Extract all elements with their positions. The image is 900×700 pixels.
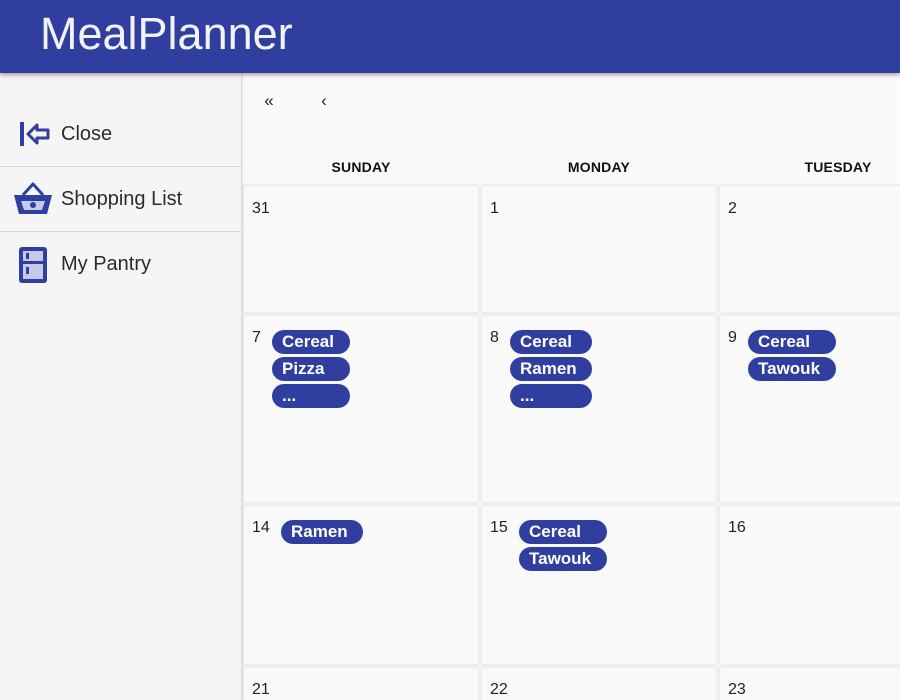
date-number: 15 — [490, 519, 508, 536]
meal-chip[interactable]: Cereal — [272, 330, 350, 354]
date-number: 14 — [252, 519, 270, 536]
date-number: 23 — [728, 681, 746, 698]
meal-chip[interactable]: Tawouk — [519, 547, 607, 571]
first-page-button[interactable]: « — [260, 91, 278, 111]
day-header-sunday: SUNDAY — [331, 159, 391, 175]
meal-list: Cereal Tawouk — [519, 520, 607, 571]
date-number: 31 — [252, 200, 270, 217]
date-number: 1 — [490, 200, 499, 217]
day-cell[interactable]: 2 — [719, 185, 900, 313]
sidebar-item-label: My Pantry — [61, 253, 152, 275]
day-cell[interactable]: 7 Cereal Pizza ... — [243, 315, 479, 503]
day-cell[interactable]: 15 Cereal Tawouk — [481, 505, 717, 665]
day-cell[interactable]: 31 — [243, 185, 479, 313]
day-cell[interactable]: 14 Ramen — [243, 505, 479, 665]
more-meals-chip[interactable]: ... — [272, 384, 350, 408]
meal-chip[interactable]: Cereal — [748, 330, 836, 354]
more-meals-chip[interactable]: ... — [510, 384, 592, 408]
meal-list: Ramen — [281, 520, 363, 544]
sidebar-item-my-pantry[interactable]: My Pantry — [0, 232, 241, 297]
day-header-monday: MONDAY — [567, 159, 631, 175]
date-number: 16 — [728, 519, 746, 536]
date-number: 22 — [490, 681, 508, 698]
day-cell[interactable]: 9 Cereal Tawouk — [719, 315, 900, 503]
meal-list: Cereal Pizza ... — [272, 330, 350, 408]
close-drawer-icon — [12, 113, 54, 155]
date-number: 8 — [490, 329, 499, 346]
meal-list: Cereal Ramen ... — [510, 330, 592, 408]
meal-chip[interactable]: Ramen — [281, 520, 363, 544]
date-number: 21 — [252, 681, 270, 698]
meal-chip[interactable]: Ramen — [510, 357, 592, 381]
day-cell[interactable]: 21 — [243, 667, 479, 700]
date-number: 9 — [728, 329, 737, 346]
meal-list: Cereal Tawouk — [748, 330, 836, 381]
date-number: 2 — [728, 200, 737, 217]
sidebar-item-shopping-list[interactable]: Shopping List — [0, 167, 241, 232]
date-number: 7 — [252, 329, 261, 346]
sidebar-item-close[interactable]: Close — [0, 102, 241, 167]
basket-icon — [12, 178, 54, 220]
meal-chip[interactable]: Tawouk — [748, 357, 836, 381]
sidebar: Close Shopping List My Pantry — [0, 73, 242, 700]
day-cell[interactable]: 1 — [481, 185, 717, 313]
meal-chip[interactable]: Cereal — [519, 520, 607, 544]
sidebar-item-label: Close — [61, 122, 113, 145]
calendar: « ‹ SUNDAY MONDAY TUESDAY 31 1 2 7 Cerea… — [242, 73, 900, 700]
day-cell[interactable]: 16 — [719, 505, 900, 665]
fridge-icon — [12, 244, 54, 286]
day-cell[interactable]: 23 — [719, 667, 900, 700]
app-bar: MealPlanner — [0, 0, 900, 73]
meal-chip[interactable]: Pizza — [272, 357, 350, 381]
day-cell[interactable]: 22 — [481, 667, 717, 700]
app-title: MealPlanner — [40, 8, 293, 59]
day-header-tuesday: TUESDAY — [804, 159, 872, 175]
meal-chip[interactable]: Cereal — [510, 330, 592, 354]
sidebar-item-label: Shopping List — [61, 187, 183, 210]
previous-page-button[interactable]: ‹ — [315, 91, 333, 111]
day-cell[interactable]: 8 Cereal Ramen ... — [481, 315, 717, 503]
